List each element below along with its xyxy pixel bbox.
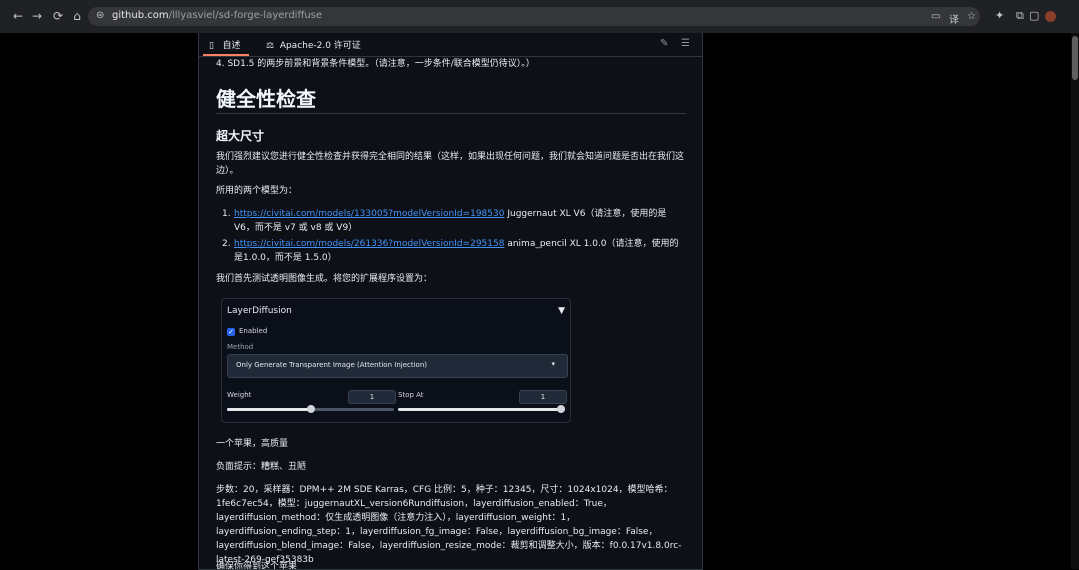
page-scrollbar-thumb[interactable] [1072,36,1078,80]
weight-slider-handle[interactable] [307,405,315,413]
home-icon[interactable]: ⌂ [70,9,84,23]
paragraph: 负面提示：糟糕、丑陋 [216,462,307,472]
tab-license[interactable]: ⚖ Apache-2.0 许可证 [266,38,361,51]
method-label: Method [227,343,254,351]
forward-icon[interactable]: → [30,9,44,23]
site-info-icon[interactable]: ⊜ [96,10,104,21]
heading-divider [216,113,686,114]
method-value: Only Generate Transparent Image (Attenti… [236,361,427,369]
weight-label: Weight [227,391,252,399]
list-item: 2. https://civitai.com/models/261336?mode… [222,239,679,263]
bookmark-star-icon[interactable]: ☆ [967,11,976,22]
paragraph: 所用的两个模型为： [216,186,298,196]
tab-readme-label: 自述 [222,41,241,51]
extension-icon[interactable]: ✦ [995,9,1004,22]
model-link[interactable]: https://civitai.com/models/261336?modelV… [234,239,504,249]
weight-number-input[interactable]: 1 [348,390,396,404]
section-heading: 健全性检查 [216,87,316,111]
panel-title: LayerDiffusion [227,306,292,316]
model-link[interactable]: https://civitai.com/models/133005?modelV… [234,209,504,219]
reload-icon[interactable]: ⟳ [51,9,65,23]
layerdiffusion-panel: LayerDiffusion ▼ ✓ Enabled Method Only G… [221,298,571,423]
side-panel-icon[interactable]: ▢ [1029,9,1039,22]
address-host: github.com [112,10,169,21]
weight-slider-fill [227,408,311,411]
enabled-label: Enabled [239,327,268,335]
edit-icon[interactable]: ✎ [660,38,668,49]
model-list: 1. https://civitai.com/models/133005?mode… [216,207,686,265]
profile-avatar[interactable] [1045,11,1056,22]
address-path: /lllyasviel/sd-forge-layerdiffuse [168,10,323,21]
paragraph: 步数：20，采样器：DPM++ 2M SDE Karras，CFG 比例：5，种… [216,485,682,565]
list-item: 1. https://civitai.com/models/133005?mode… [222,209,667,233]
readme-header: ▯ 自述 ⚖ Apache-2.0 许可证 ✎ ☰ [199,33,702,57]
collapse-triangle-icon[interactable]: ▼ [558,306,565,316]
readme-panel: ▯ 自述 ⚖ Apache-2.0 许可证 ✎ ☰ 4. SD1.5 的两步前景… [198,33,703,570]
stop-at-slider-handle[interactable] [557,405,565,413]
tab-license-label: Apache-2.0 许可证 [279,41,361,51]
chevron-down-icon: ▾ [551,360,555,368]
method-dropdown[interactable]: Only Generate Transparent Image (Attenti… [227,354,568,378]
translate-icon[interactable]: 译 [949,11,959,26]
paragraph: 我们首先测试透明图像生成。将您的扩展程序设置为： [216,274,433,284]
address-url[interactable]: github.com/lllyasviel/sd-forge-layerdiff… [112,10,322,21]
book-icon: ▯ [209,41,214,51]
stop-at-label: Stop At [398,391,424,399]
browser-toolbar: ← → ⟳ ⌂ ⊜ github.com/lllyasviel/sd-forge… [0,0,1079,33]
active-tab-indicator [203,54,249,56]
back-icon[interactable]: ← [11,9,25,23]
cast-icon[interactable]: ▭ [931,11,940,22]
page-scrollbar[interactable] [1071,33,1079,569]
stop-at-slider-fill [398,408,565,411]
extensions-puzzle-icon[interactable]: ⧉ [1016,9,1024,23]
enabled-checkbox[interactable]: ✓ [227,328,235,336]
tab-readme[interactable]: ▯ 自述 [209,38,241,51]
stop-at-number-input[interactable]: 1 [519,390,567,404]
address-bar[interactable]: ⊜ github.com/lllyasviel/sd-forge-layerdi… [88,7,980,26]
paragraph: 我们强烈建议您进行健全性检查并获得完全相同的结果（这样，如果出现任何问题，我们就… [216,152,685,176]
list-item: 4. SD1.5 的两步前景和背景条件模型。（请注意，一步条件/联合模型仍待议）… [216,59,535,69]
law-icon: ⚖ [266,41,275,51]
outline-icon[interactable]: ☰ [681,38,690,49]
paragraph: 一个苹果，高质量 [216,439,289,449]
subsection-heading: 超大尺寸 [216,129,265,143]
